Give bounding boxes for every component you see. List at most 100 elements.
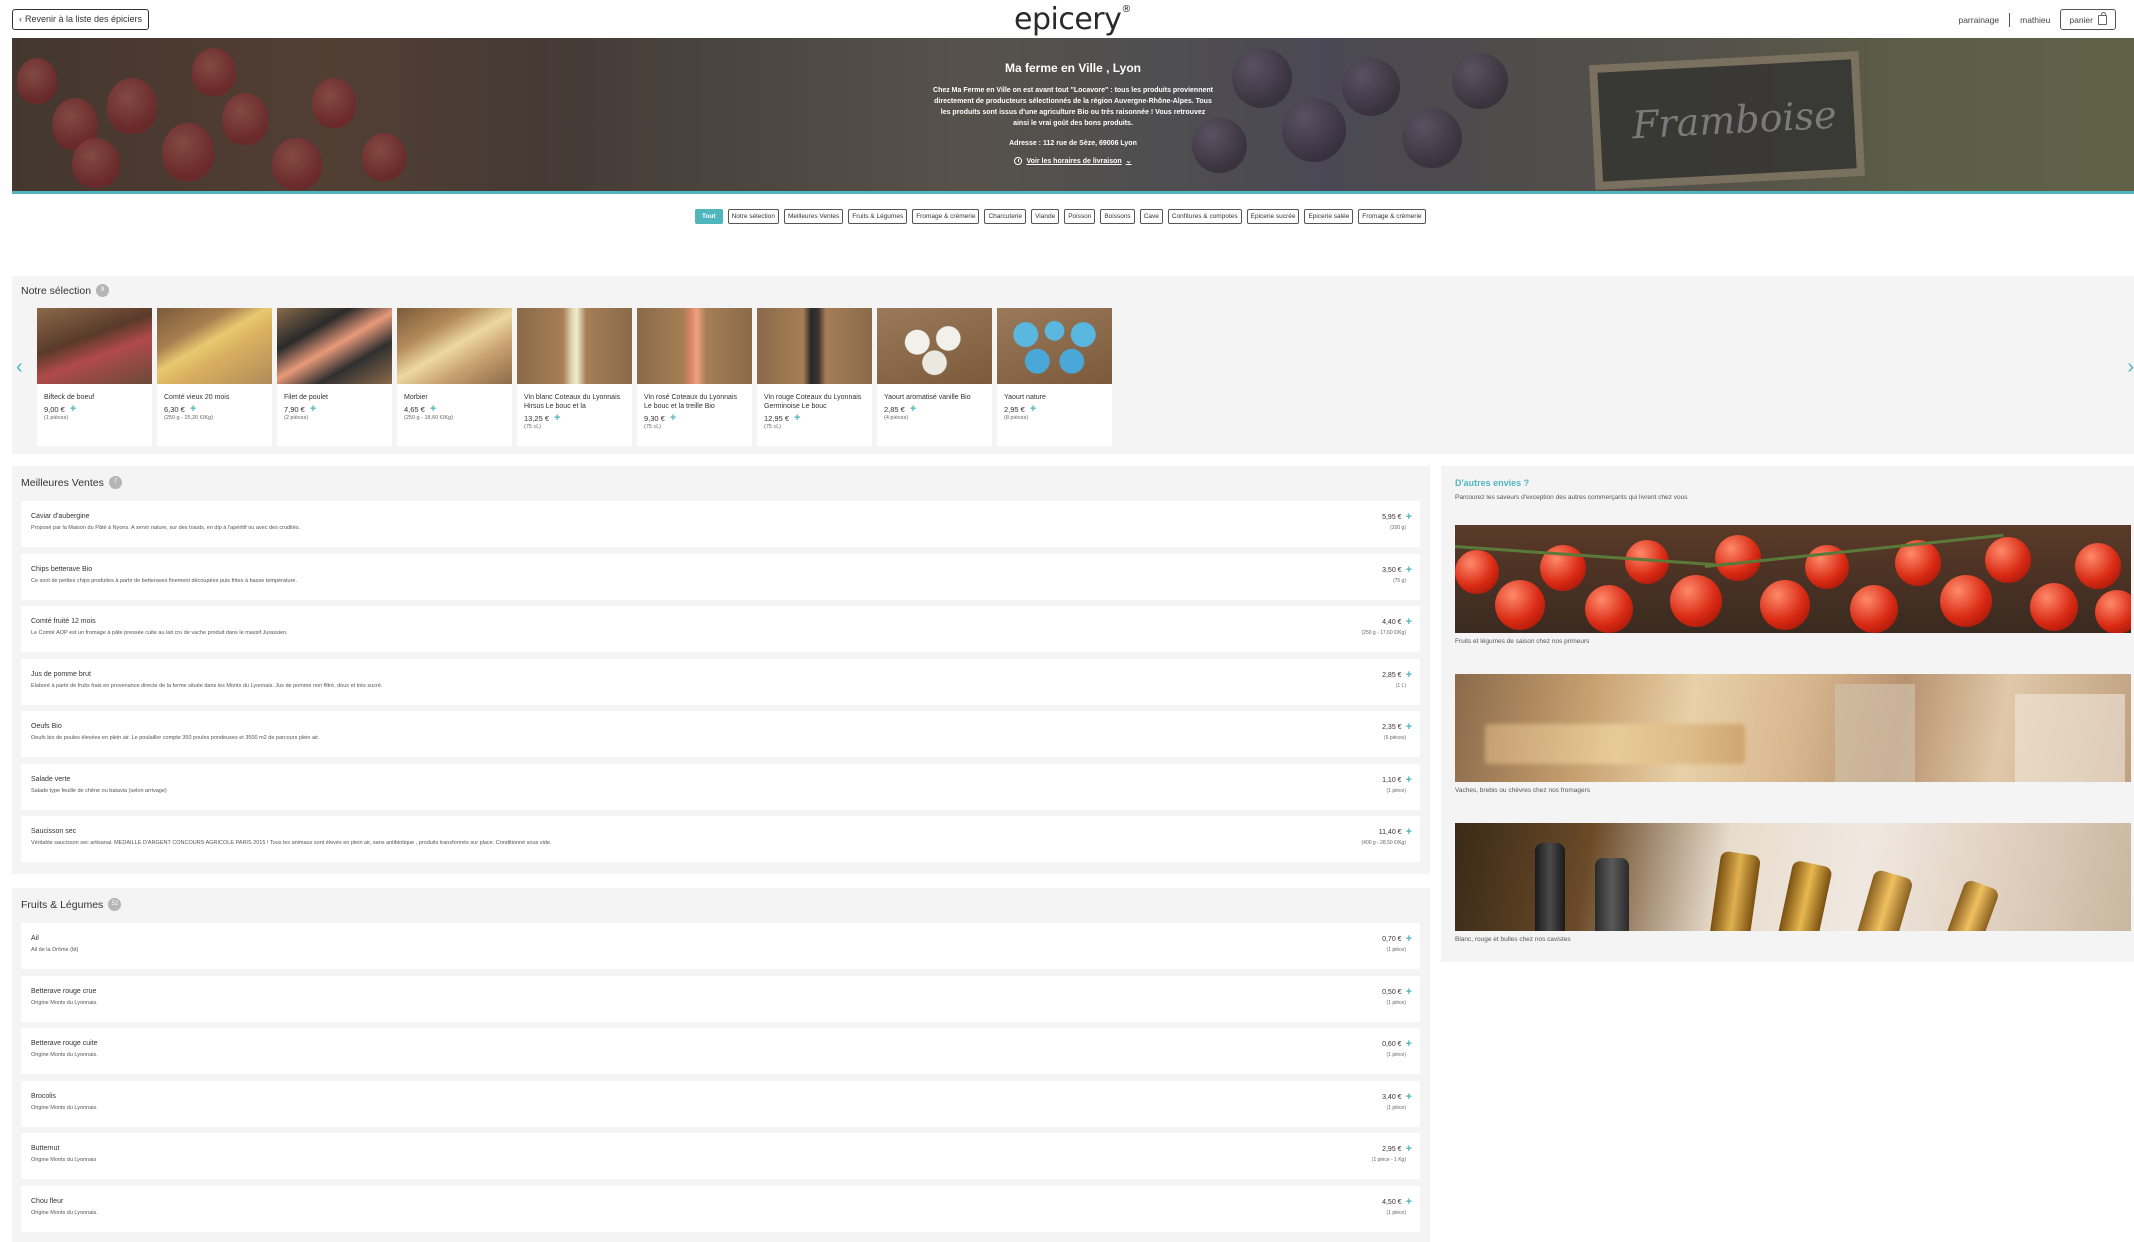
- tab-viande[interactable]: Viande: [1031, 209, 1060, 224]
- add-to-cart-icon[interactable]: +: [190, 404, 196, 415]
- product-row[interactable]: Butternut Origine Monts du Lyonnais 2,95…: [21, 1133, 1420, 1179]
- parrainage-link[interactable]: parrainage: [1958, 15, 1999, 25]
- product-unit: (4 pièces): [884, 415, 909, 421]
- product-row[interactable]: Ail Ail de la Drôme (bt) 0,70 € + (1 pièc…: [21, 923, 1420, 969]
- product-name: Yaourt nature: [1004, 394, 1046, 401]
- promo-primeurs-image[interactable]: [1455, 525, 2131, 633]
- promo-fromagers-caption[interactable]: Vaches, brebis ou chèvres chez nos froma…: [1455, 787, 1590, 794]
- product-unit: (400 g - 28,50 €/Kg): [1361, 840, 1406, 846]
- product-unit: (75 g): [1392, 577, 1406, 584]
- carousel-prev-icon[interactable]: ‹: [16, 356, 23, 379]
- product-row[interactable]: Brocolis Origine Monts du Lyonnais. 3,40…: [21, 1080, 1420, 1127]
- product-name: Comté fruité 12 mois: [31, 618, 96, 625]
- delivery-hours-label: Voir les horaires de livraison: [1026, 157, 1122, 165]
- add-to-cart-icon[interactable]: +: [554, 413, 560, 424]
- tab-fromage-cremerie-2[interactable]: Fromage & crèmerie: [1358, 209, 1426, 224]
- product-image: [517, 308, 632, 384]
- add-to-cart-icon[interactable]: +: [1406, 669, 1412, 680]
- product-card[interactable]: Yaourt nature 2,95 € + (8 pièces): [997, 308, 1112, 446]
- add-to-cart-icon[interactable]: +: [1406, 1039, 1412, 1050]
- product-card[interactable]: Morbier 4,65 € + (250 g - 18,60 €/Kg): [397, 308, 512, 446]
- add-to-cart-icon[interactable]: +: [310, 404, 316, 415]
- section-title: Fruits & Légumes 52: [21, 898, 122, 911]
- add-to-cart-icon[interactable]: +: [1406, 827, 1412, 838]
- add-to-cart-icon[interactable]: +: [794, 413, 800, 424]
- promo-fromagers-image[interactable]: [1455, 674, 2131, 782]
- product-name: Ail: [31, 935, 39, 942]
- tab-tout[interactable]: Tout: [695, 209, 723, 224]
- product-row[interactable]: Chips betterave Bio Ce sont de petites c…: [21, 553, 1420, 600]
- delivery-hours-link[interactable]: Voir les horaires de livraison ⌄: [1014, 157, 1132, 165]
- product-card[interactable]: Vin blanc Coteaux du Lyonnais Hirsus Le …: [517, 308, 632, 446]
- product-price: 4,65 €: [404, 405, 425, 414]
- chevron-down-icon: ⌄: [1125, 158, 1132, 165]
- product-description: Origine Monts du Lyonnais.: [31, 1052, 98, 1058]
- product-unit: (8 pièces): [1004, 415, 1029, 421]
- tab-charcuterie[interactable]: Charcuterie: [984, 209, 1027, 224]
- back-to-list-button[interactable]: ‹ Revenir à la liste des épiciers: [12, 9, 150, 30]
- product-price: 2,95 €: [1004, 405, 1025, 414]
- product-card[interactable]: Vin rosé Coteaux du Lyonnais Le bouc et …: [637, 308, 752, 446]
- tab-poisson[interactable]: Poisson: [1064, 209, 1096, 224]
- product-unit: (75 cL): [764, 424, 782, 430]
- tab-confitures-compotes[interactable]: Confitures & compotes: [1167, 209, 1242, 224]
- product-row[interactable]: Caviar d'aubergine Proposé par la Maison…: [21, 501, 1420, 547]
- cart-button[interactable]: panier: [2060, 9, 2116, 30]
- product-name: Saucisson sec: [31, 828, 77, 835]
- product-row[interactable]: Chou fleur Origine Monts du Lyonnais. 4,…: [21, 1185, 1420, 1232]
- add-to-cart-icon[interactable]: +: [1406, 1144, 1412, 1155]
- product-price: 2,95 €: [1382, 1146, 1402, 1153]
- add-to-cart-icon[interactable]: +: [1406, 722, 1412, 733]
- product-row[interactable]: Comté fruité 12 mois Le Comté AOP est un…: [21, 606, 1420, 652]
- promo-primeurs-caption[interactable]: Fruits et légumes de saison chez nos pri…: [1455, 638, 1589, 645]
- product-row[interactable]: Salade verte Salade type feuille de chên…: [21, 763, 1420, 810]
- add-to-cart-icon[interactable]: +: [1406, 934, 1412, 945]
- add-to-cart-icon[interactable]: +: [1406, 1196, 1412, 1207]
- add-to-cart-icon[interactable]: +: [1406, 986, 1412, 997]
- product-card[interactable]: Vin rouge Coteaux du Lyonnais Germinoise…: [757, 308, 872, 446]
- promo-cavistes-caption[interactable]: Blanc, rouge et bulles chez nos cavistes: [1455, 936, 1571, 943]
- product-card[interactable]: Bifteck de boeuf 9,00 € + (1 pièces): [37, 308, 152, 446]
- tab-fromage-cremerie[interactable]: Fromage & crèmerie: [912, 209, 980, 224]
- product-row[interactable]: Jus de pomme brut Elaboré à partir de fr…: [21, 658, 1420, 705]
- add-to-cart-icon[interactable]: +: [1406, 617, 1412, 628]
- section-title-text: Notre sélection: [21, 284, 92, 297]
- promo-cavistes-image[interactable]: [1455, 823, 2131, 931]
- product-carousel: Bifteck de boeuf 9,00 € + (1 pièces) Comt…: [37, 308, 1112, 446]
- tab-epicerie-salee[interactable]: Epicerie salée: [1304, 209, 1354, 224]
- add-to-cart-icon[interactable]: +: [1406, 1091, 1412, 1102]
- add-to-cart-icon[interactable]: +: [670, 413, 676, 424]
- add-to-cart-icon[interactable]: +: [1406, 774, 1412, 785]
- epicery-logo[interactable]: epicery®: [1014, 2, 1131, 37]
- product-unit: (1 pièce - 1 Kg): [1371, 1157, 1406, 1163]
- carousel-next-icon[interactable]: ›: [2127, 356, 2134, 379]
- product-row[interactable]: Betterave rouge crue Origine Monts du Ly…: [21, 975, 1420, 1022]
- nav-divider: [2009, 12, 2011, 27]
- product-row[interactable]: Betterave rouge cuite Origine Monts du L…: [21, 1028, 1420, 1074]
- add-to-cart-icon[interactable]: +: [430, 404, 436, 415]
- tab-fruits-legumes[interactable]: Fruits & Légumes: [848, 209, 908, 224]
- tab-cave[interactable]: Cave: [1139, 209, 1163, 224]
- tab-notre-selection[interactable]: Notre sélection: [727, 209, 779, 224]
- product-card[interactable]: Comté vieux 20 mois 6,30 € + (250 g - 25,…: [157, 308, 272, 446]
- product-price: 13,25 €: [524, 414, 550, 423]
- product-name: Chou fleur: [31, 1197, 64, 1205]
- product-price: 11,40 €: [1378, 829, 1402, 836]
- product-card[interactable]: Filet de poulet 7,90 € + (2 pièces): [277, 308, 392, 446]
- shop-hero-banner: Framboise Ma ferme en Ville , Lyon Chez …: [12, 38, 2134, 194]
- product-row[interactable]: Oeufs Bio Oeufs bio de poules élevées en…: [21, 711, 1420, 757]
- tab-boissons[interactable]: Boissons: [1100, 209, 1135, 224]
- product-row[interactable]: Saucisson sec Véritable saucisson sec ar…: [21, 816, 1420, 862]
- product-card[interactable]: Yaourt aromatisé vanille Bio 2,85 € + (4 …: [877, 308, 992, 446]
- add-to-cart-icon[interactable]: +: [1030, 404, 1036, 415]
- product-name: Morbier: [404, 394, 428, 401]
- add-to-cart-icon[interactable]: +: [1406, 564, 1412, 575]
- add-to-cart-icon[interactable]: +: [70, 404, 76, 415]
- tab-meilleures-ventes[interactable]: Meilleures Ventes: [783, 209, 844, 224]
- product-price: 2,85 €: [1382, 671, 1402, 679]
- user-link[interactable]: mathieu: [2020, 15, 2050, 25]
- registered-mark: ®: [1121, 4, 1131, 15]
- add-to-cart-icon[interactable]: +: [1406, 512, 1412, 523]
- tab-epicerie-sucree[interactable]: Epicerie sucrée: [1246, 209, 1300, 224]
- add-to-cart-icon[interactable]: +: [910, 404, 916, 415]
